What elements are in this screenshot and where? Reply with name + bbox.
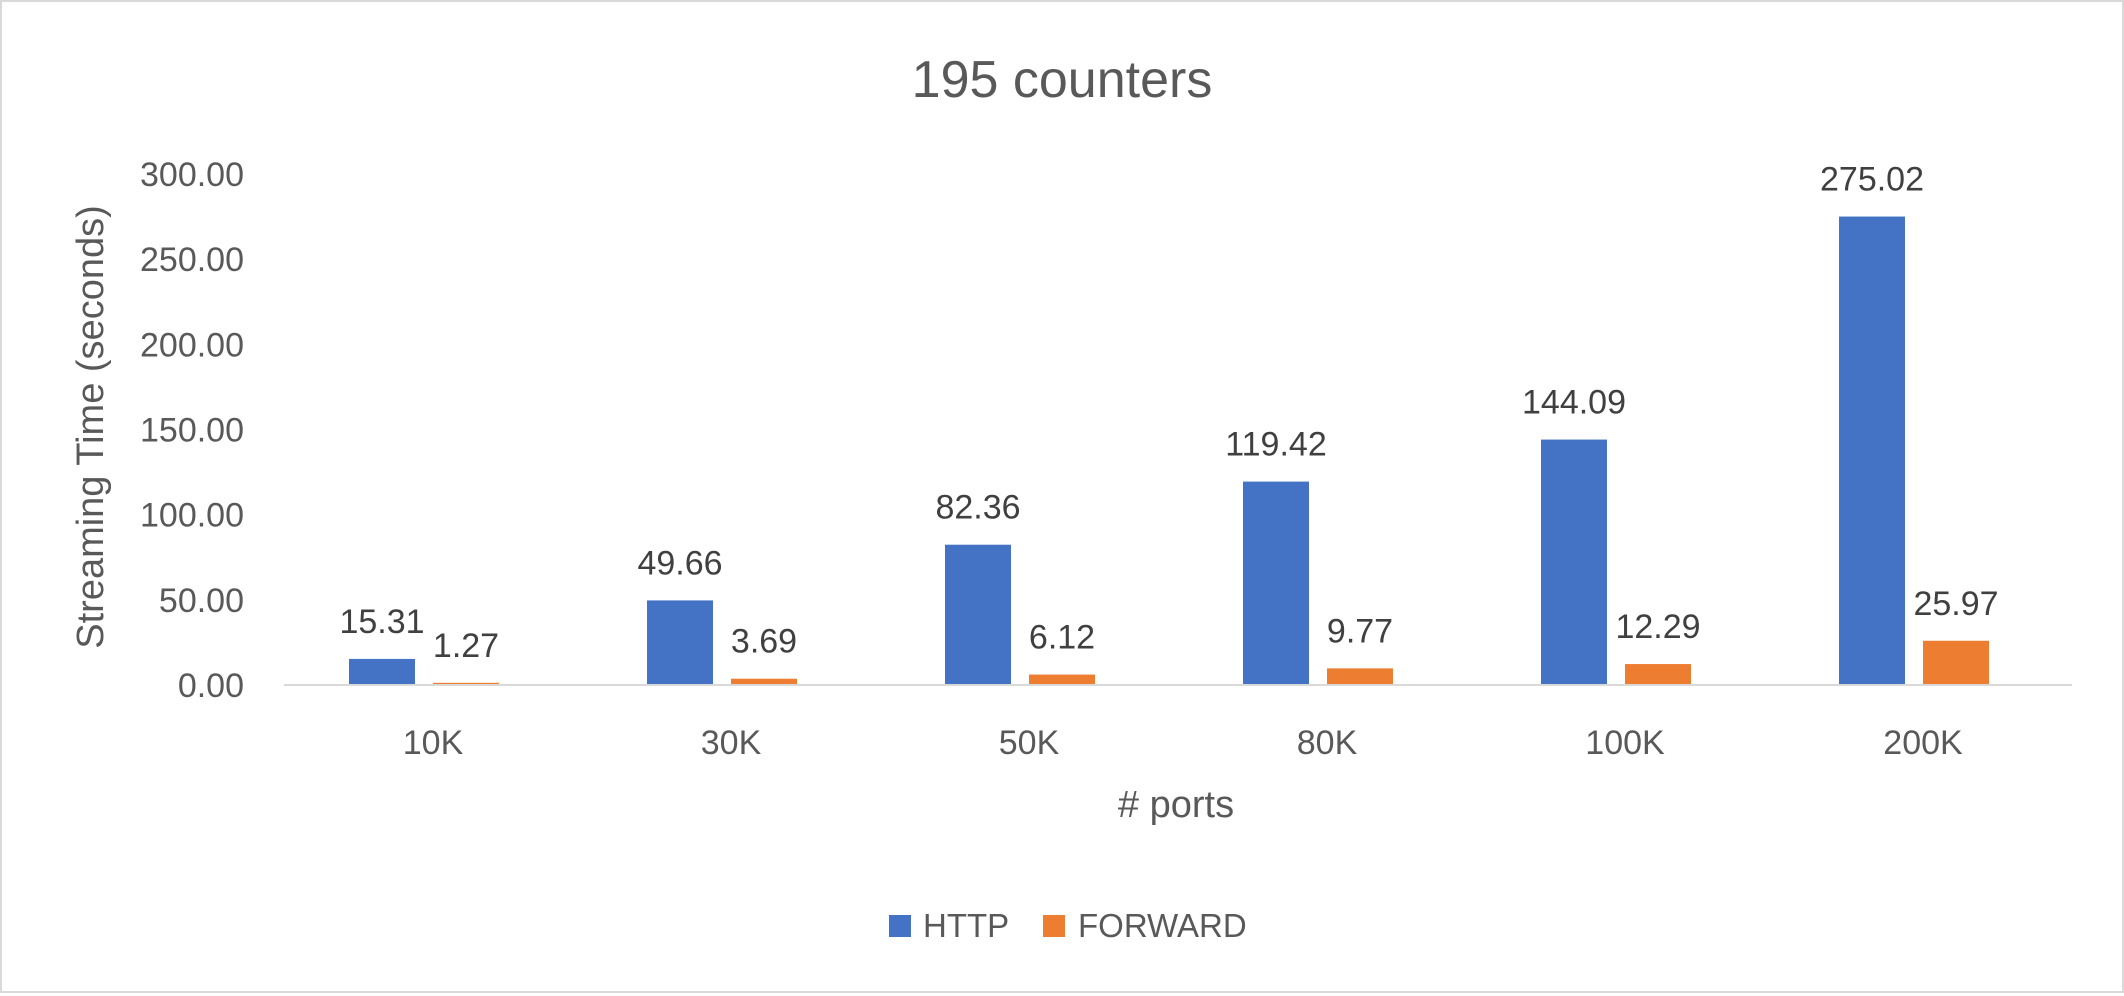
x-axis-title: # ports bbox=[1118, 784, 1234, 826]
x-axis-ticks: 10K 30K 50K 80K 100K 200K bbox=[403, 724, 1963, 762]
chart-container: 195 counters 0.00 50.00 100.00 150.00 200.00… bbox=[0, 0, 2124, 993]
bar-forward-50k bbox=[1029, 674, 1095, 685]
legend-swatch-forward bbox=[1043, 915, 1065, 937]
bar-http-30k bbox=[647, 600, 713, 685]
bar-http-50k bbox=[945, 544, 1011, 685]
data-label: 119.42 bbox=[1225, 426, 1326, 464]
data-label: 82.36 bbox=[935, 489, 1020, 527]
bar-http-100k bbox=[1541, 439, 1607, 685]
bar-http-200k bbox=[1839, 216, 1905, 686]
y-tick-label: 250.00 bbox=[140, 241, 244, 279]
data-label: 49.66 bbox=[637, 544, 722, 582]
x-tick-label: 50K bbox=[999, 724, 1060, 762]
bars-group bbox=[349, 216, 1989, 686]
data-label: 25.97 bbox=[1913, 585, 1998, 623]
bar-chart: 195 counters 0.00 50.00 100.00 150.00 200.00… bbox=[70, 51, 2072, 944]
x-tick-label: 200K bbox=[1883, 724, 1963, 762]
legend-swatch-http bbox=[889, 915, 911, 937]
data-labels-group: 15.311.27 49.66 3.69 82.36 6.12 119.42 9.77 144… bbox=[339, 161, 1998, 665]
data-label: 15.31 bbox=[339, 603, 424, 641]
legend: HTTP FORWARD bbox=[889, 907, 1247, 944]
bar-forward-100k bbox=[1625, 664, 1691, 685]
data-label: 12.29 bbox=[1615, 608, 1700, 646]
y-axis-ticks: 0.00 50.00 100.00 150.00 200.00 250.00 300.00 bbox=[140, 156, 244, 705]
data-label: 275.02 bbox=[1820, 161, 1924, 199]
data-label: 9.77 bbox=[1327, 612, 1393, 650]
bar-http-80k bbox=[1243, 481, 1309, 685]
y-tick-label: 100.00 bbox=[140, 497, 244, 535]
y-axis-title: Streaming Time (seconds) bbox=[70, 205, 112, 649]
data-label: 6.12 bbox=[1029, 619, 1095, 657]
y-tick-label: 0.00 bbox=[178, 667, 244, 705]
x-tick-label: 100K bbox=[1585, 724, 1665, 762]
y-tick-label: 150.00 bbox=[140, 412, 244, 450]
x-tick-label: 80K bbox=[1297, 724, 1358, 762]
data-label: 3.69 bbox=[731, 623, 797, 661]
chart-title: 195 counters bbox=[912, 51, 1213, 109]
y-tick-label: 300.00 bbox=[140, 156, 244, 194]
bar-forward-200k bbox=[1923, 640, 1989, 685]
y-tick-label: 50.00 bbox=[159, 582, 244, 620]
legend-label-http: HTTP bbox=[923, 907, 1009, 944]
y-tick-label: 200.00 bbox=[140, 326, 244, 364]
x-tick-label: 10K bbox=[403, 724, 464, 762]
bar-http-10k bbox=[349, 658, 415, 685]
x-tick-label: 30K bbox=[701, 724, 762, 762]
legend-label-forward: FORWARD bbox=[1078, 907, 1247, 944]
data-label: 1.27 bbox=[433, 627, 499, 665]
data-label: 144.09 bbox=[1522, 384, 1626, 422]
bar-forward-80k bbox=[1327, 668, 1393, 685]
